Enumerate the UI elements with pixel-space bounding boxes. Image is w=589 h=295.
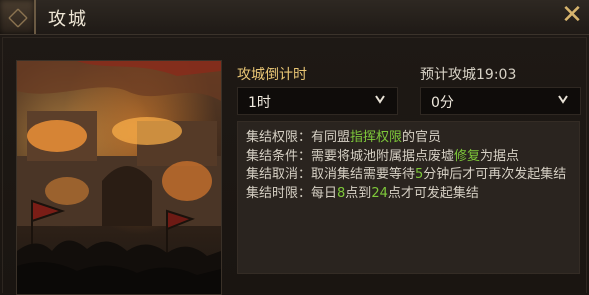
minutes-select-value: 0分 (431, 95, 454, 111)
burning-city-illustration (17, 61, 221, 294)
rule-condition: 集结条件：需要将城池附属据点废墟修复为据点 (246, 148, 520, 164)
hours-select-value: 1时 (248, 95, 271, 111)
chevron-down-icon (558, 95, 568, 104)
close-button[interactable]: ✕ (560, 2, 584, 28)
rule-cancel: 集结取消：取消集结需要等待5分钟后才可再次发起集结 (246, 167, 567, 182)
rule-time-limit: 集结时限：每日8点到24点才可发起集结 (246, 185, 479, 201)
siege-artwork (16, 60, 222, 295)
rules-info-box: 集结权限：有同盟指挥权限的官员 集结条件：需要将城池附属据点废墟修复为据点 集结… (237, 121, 580, 274)
rules-text: 集结权限：有同盟指挥权限的官员 集结条件：需要将城池附属据点废墟修复为据点 集结… (246, 129, 570, 203)
siege-panel: 攻城倒计时 预计攻城19:03 1时 0分 集结权限：有同盟指挥权限的官员 集结… (0, 35, 589, 295)
chevron-down-icon (375, 95, 385, 104)
header-emblem-icon (0, 0, 36, 34)
dialog-header: 攻城 ✕ (0, 0, 589, 35)
dialog-title: 攻城 (48, 9, 88, 30)
rule-permission: 集结权限：有同盟指挥权限的官员 (246, 130, 442, 145)
countdown-label: 攻城倒计时 (237, 67, 307, 83)
minutes-select[interactable]: 0分 (420, 87, 581, 115)
planned-siege-time: 预计攻城19:03 (420, 67, 517, 83)
hours-select[interactable]: 1时 (237, 87, 398, 115)
